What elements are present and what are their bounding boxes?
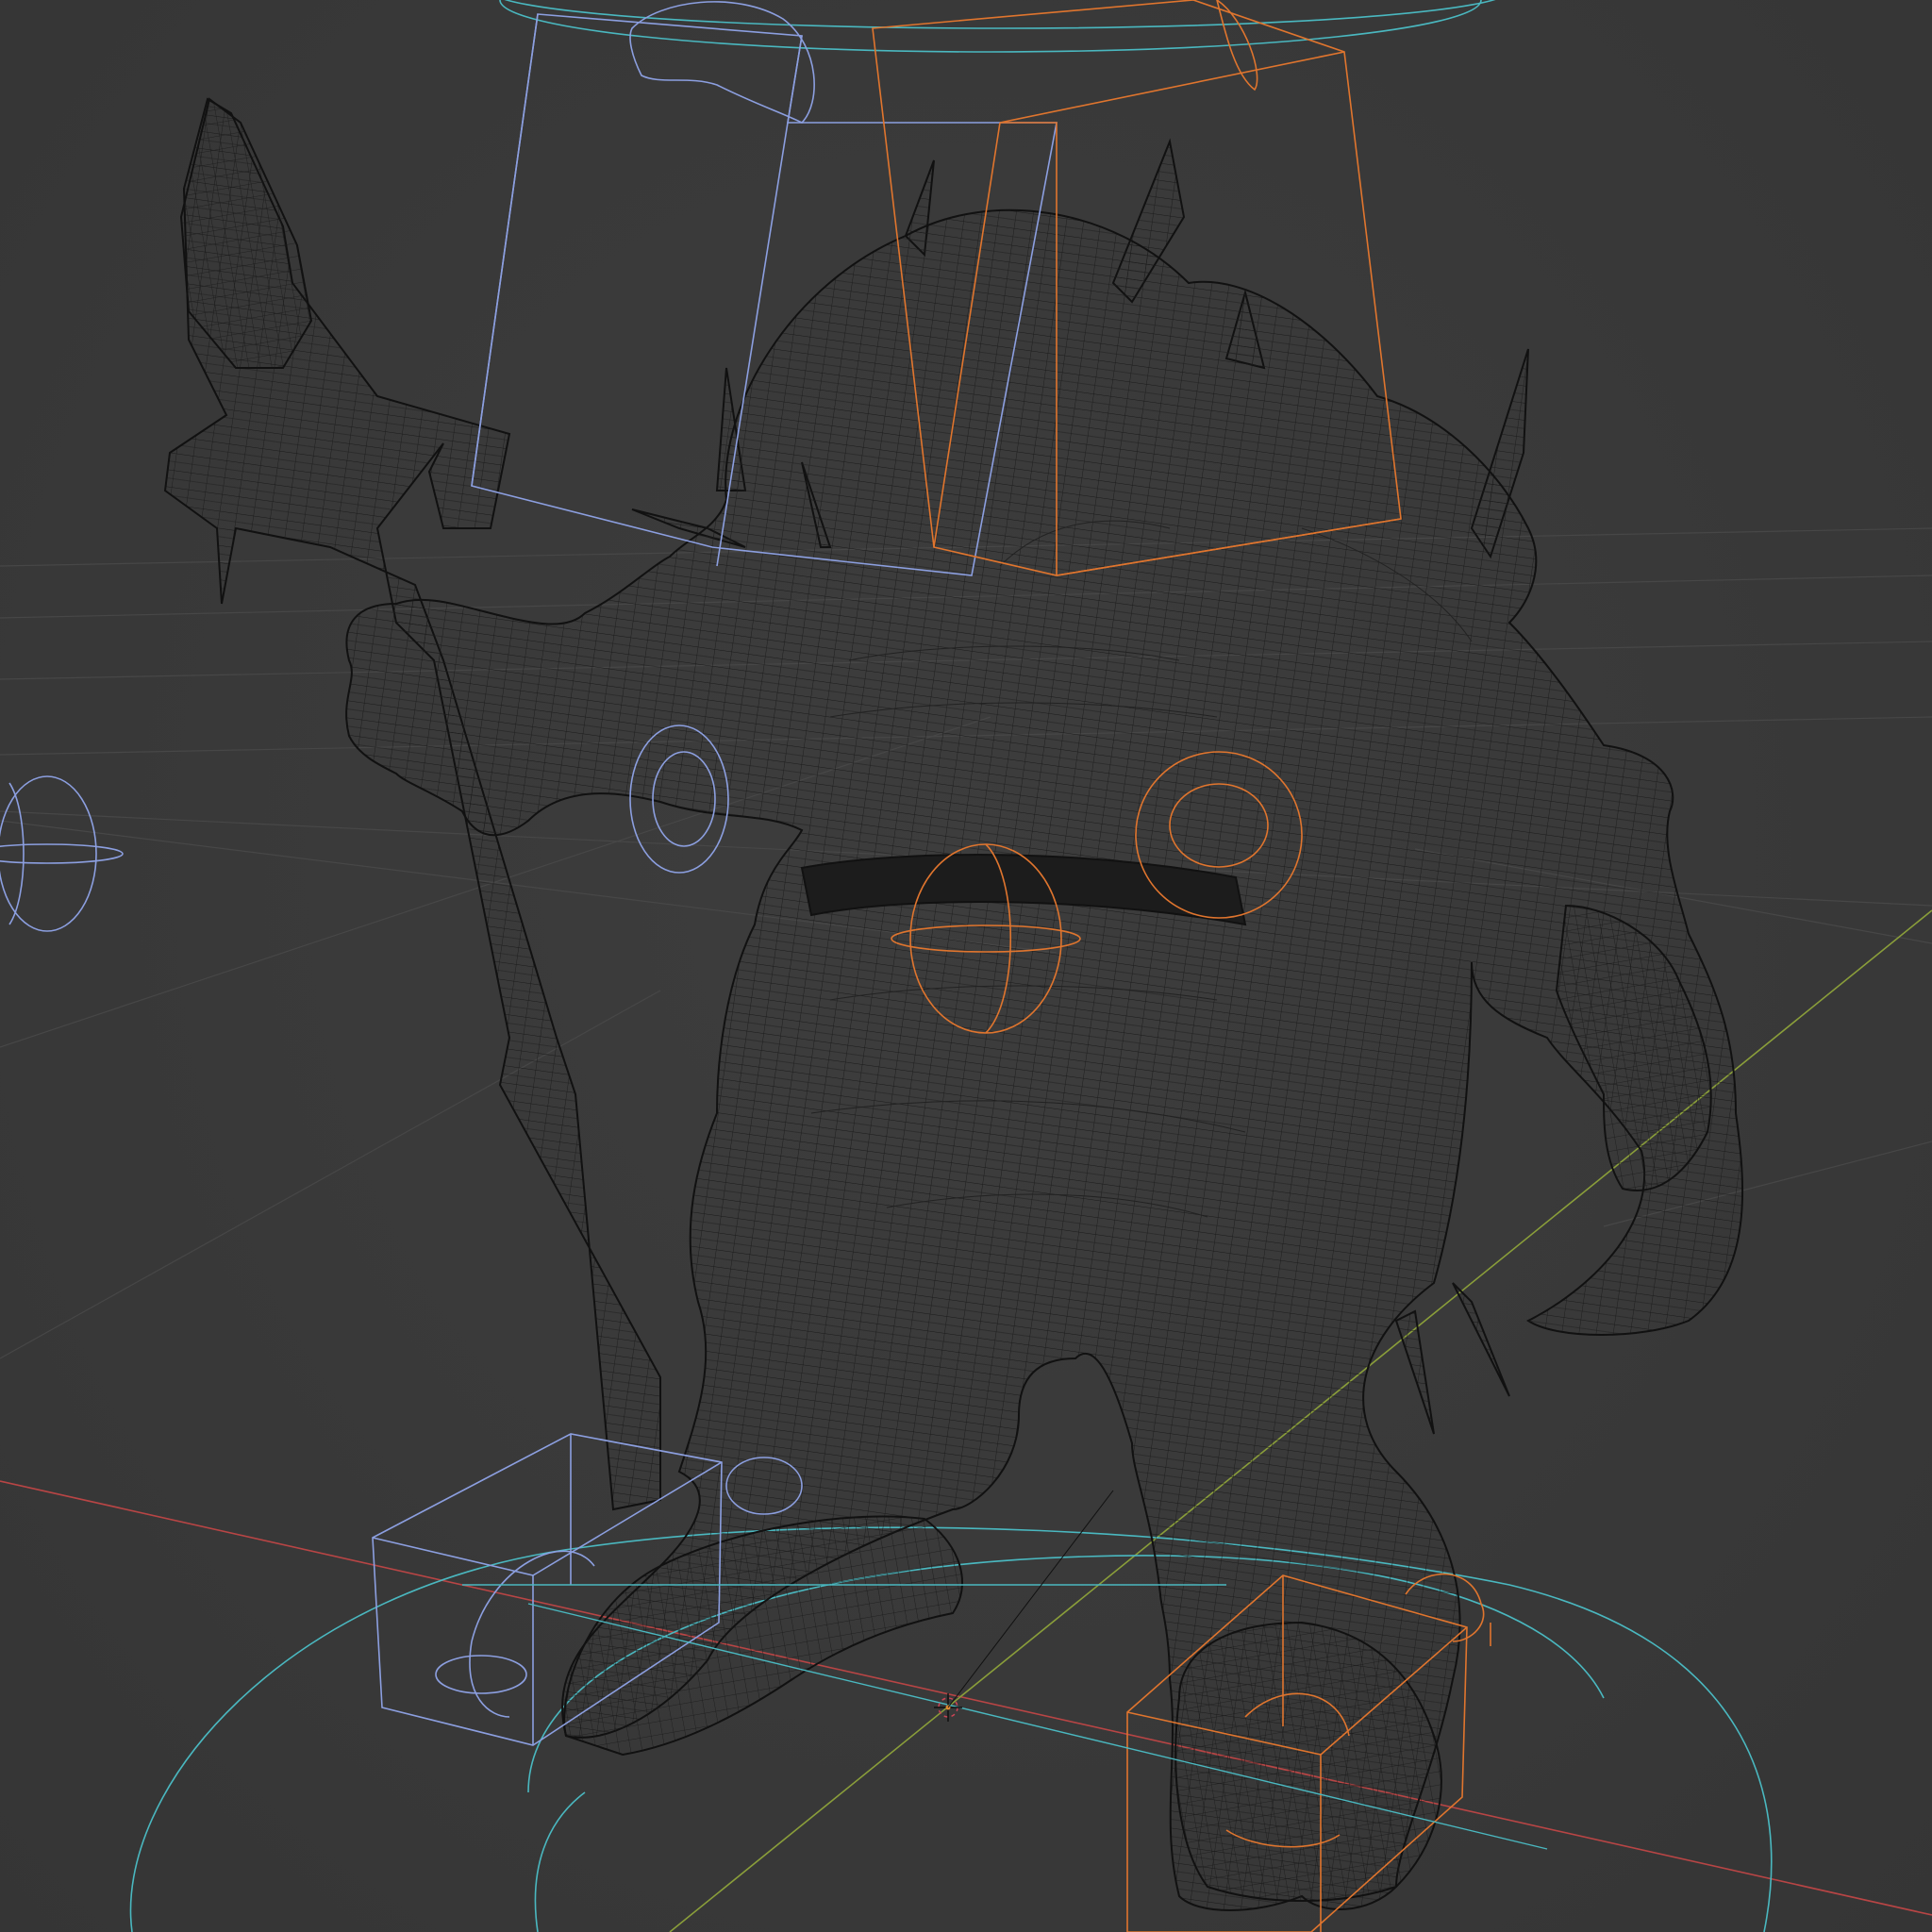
cursor-guide-line [947, 1490, 1114, 1708]
3d-viewport[interactable] [0, 0, 1932, 1932]
x-axis-line [0, 1480, 1932, 1916]
character-mesh[interactable] [163, 97, 1744, 1911]
viewport-scene[interactable] [0, 0, 1932, 1932]
